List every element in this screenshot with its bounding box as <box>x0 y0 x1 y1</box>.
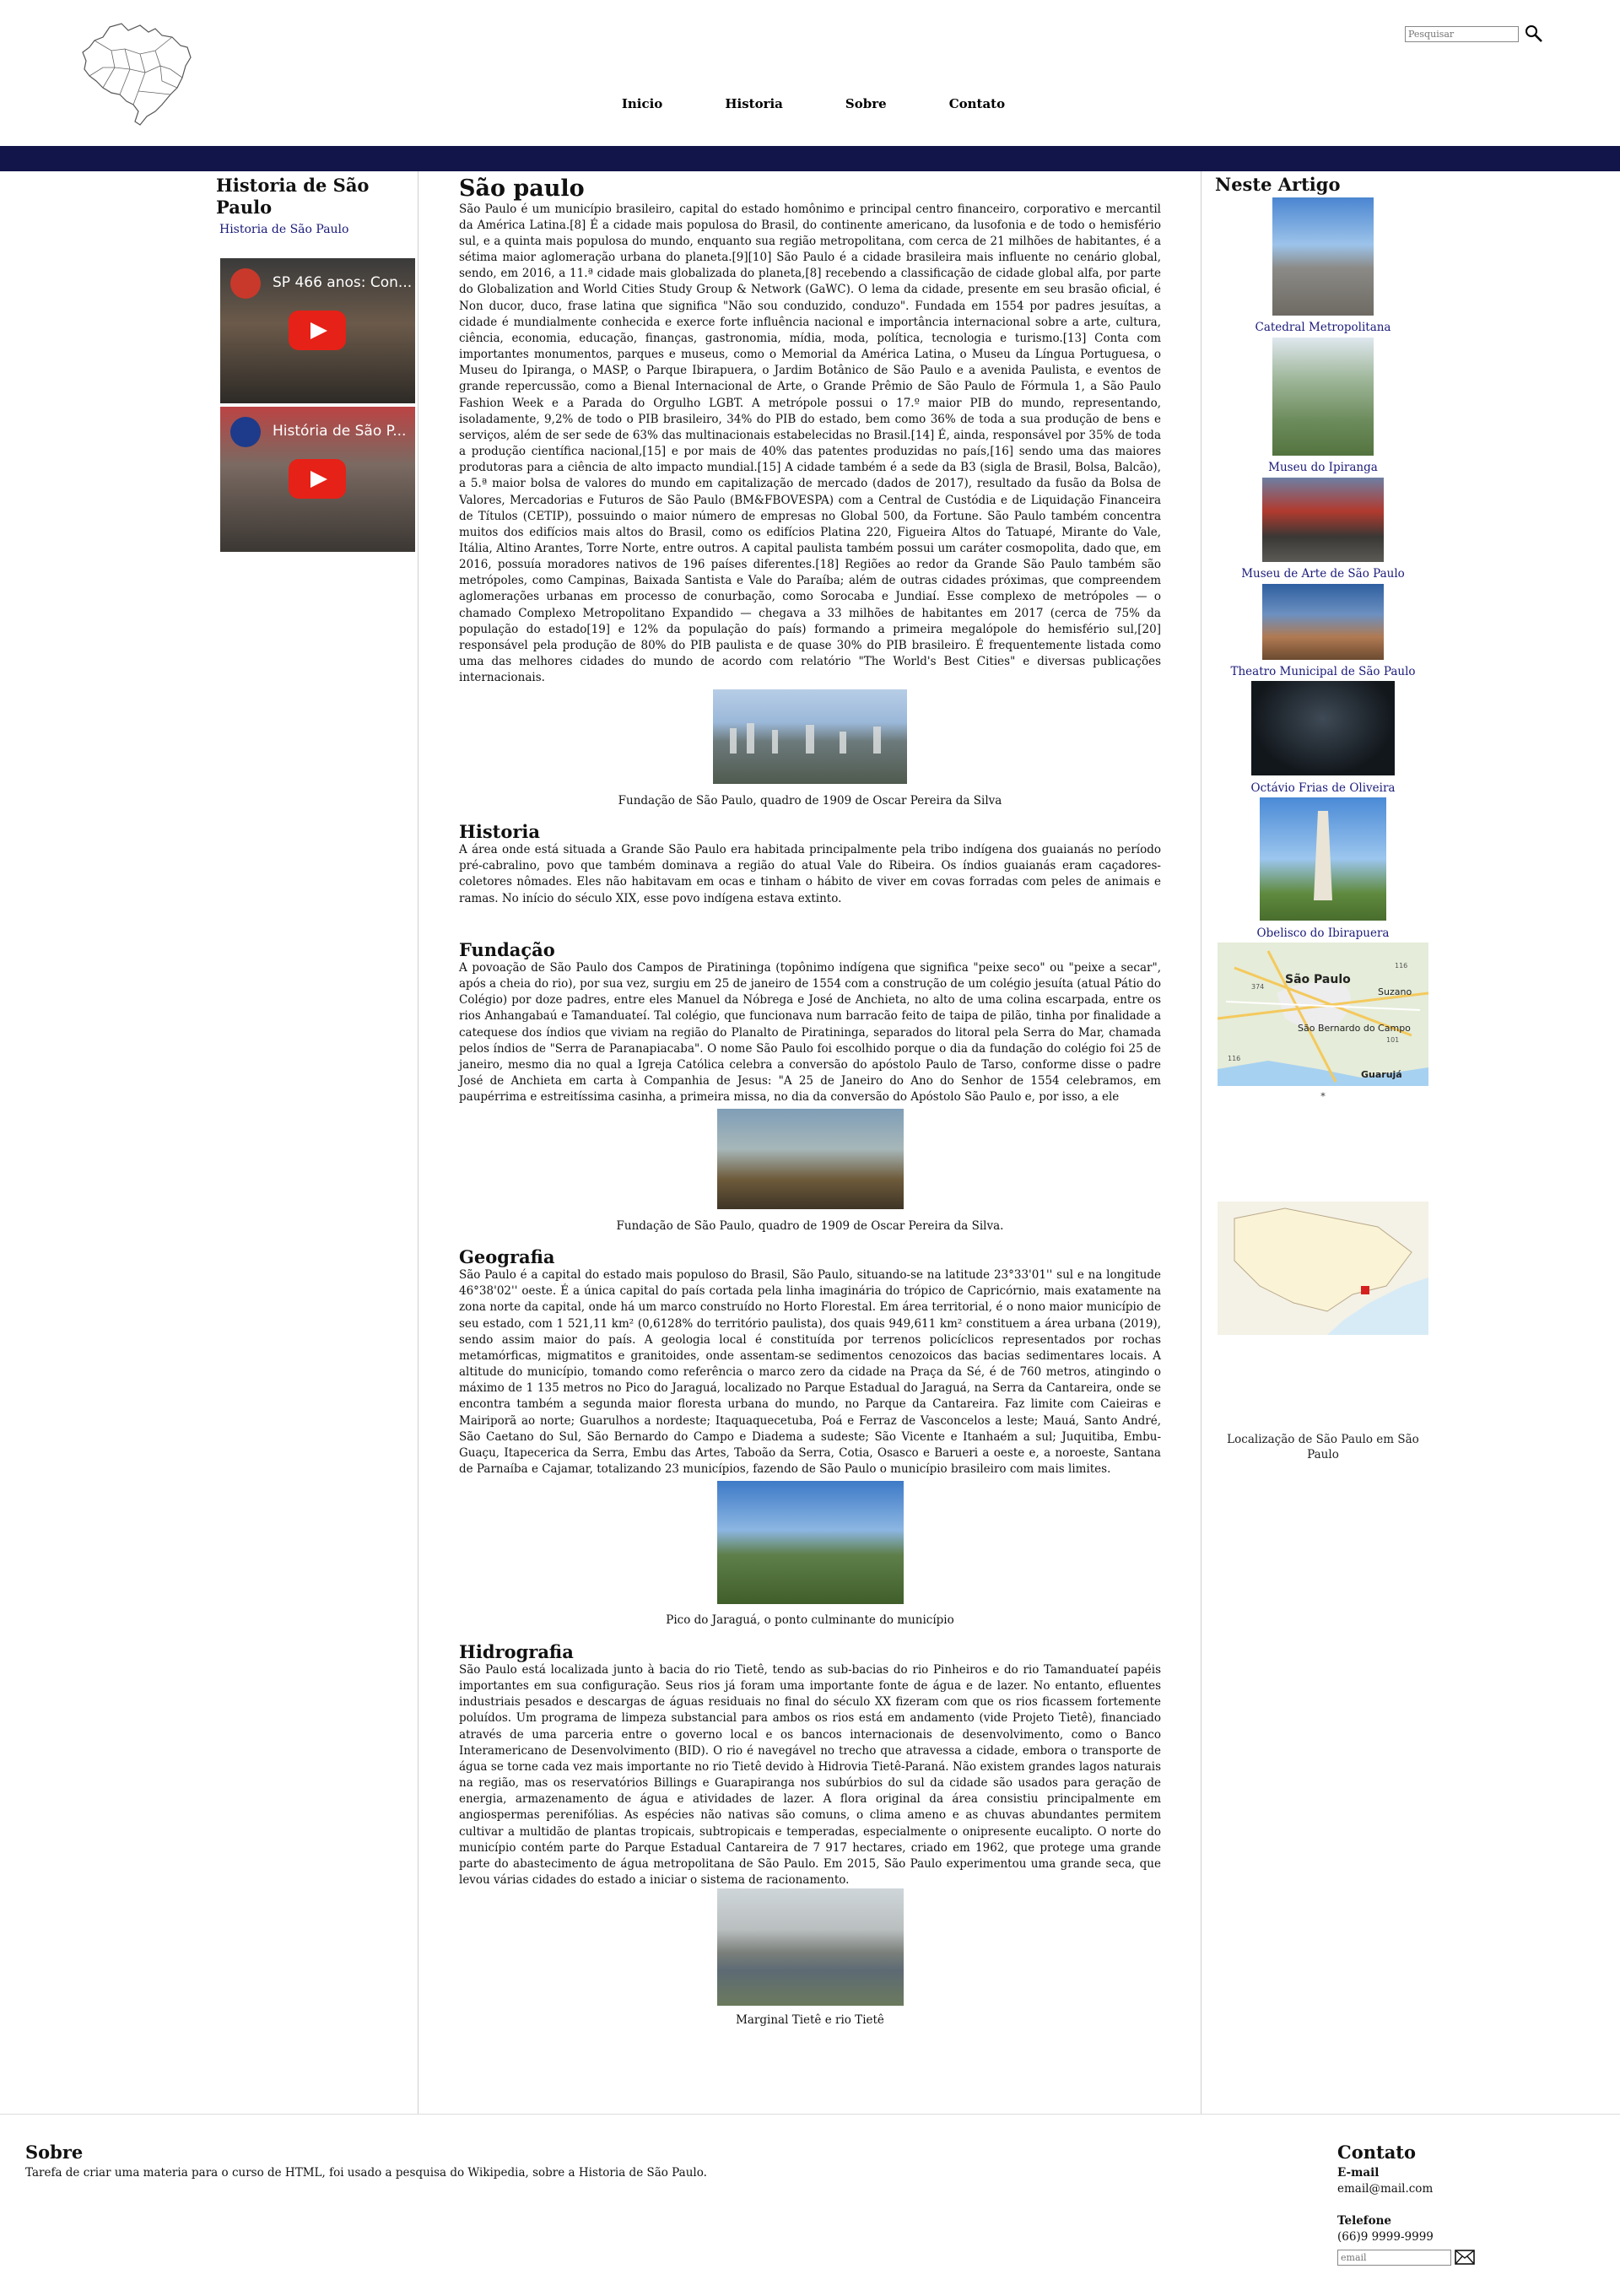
figure-caption: Pico do Jaraguá, o ponto culminante do m… <box>666 1613 954 1628</box>
search-input[interactable] <box>1405 25 1519 42</box>
map-caption: Localização de São Paulo em São Paulo <box>1227 1432 1419 1461</box>
section-title-historia: Historia <box>459 820 540 842</box>
play-icon[interactable] <box>289 458 346 499</box>
fundacao-painting-image <box>716 1109 904 1210</box>
article-link[interactable]: Museu do Ipiranga <box>1213 461 1433 476</box>
sidebar-title: Historia de São Paulo <box>216 175 370 219</box>
email-label: E-mail <box>1337 2166 1380 2180</box>
map-note: * <box>1320 1091 1326 1103</box>
phone-value: (66)9 9999-9999 <box>1337 2229 1434 2244</box>
footer-sobre-title: Sobre <box>25 2142 84 2163</box>
channel-avatar <box>230 416 261 447</box>
video-title: SP 466 anos: Con... <box>273 273 413 291</box>
hidrografia-paragraph: São Paulo está localizada junto à bacia … <box>459 1662 1161 1887</box>
historia-paragraph: A área onde está situada a Grande São Pa… <box>459 843 1161 905</box>
video-title: História de São P... <box>273 422 407 440</box>
email-value[interactable]: email@mail.com <box>1337 2181 1506 2197</box>
map-figure: São Paulo Suzano São Bernardo do Campo G… <box>1213 943 1433 1104</box>
state-location-map[interactable] <box>1218 1201 1428 1335</box>
pico-jaragua-image <box>716 1481 904 1605</box>
header-banner <box>0 146 1620 171</box>
article-link[interactable]: Theatro Municipal de São Paulo <box>1213 665 1433 680</box>
masp-image <box>1262 477 1384 562</box>
search-box <box>1405 24 1544 44</box>
museu-ipiranga-image <box>1272 337 1374 456</box>
search-icon[interactable] <box>1524 24 1544 44</box>
nav-contato[interactable]: Contato <box>918 95 1036 113</box>
article-link[interactable]: Catedral Metropolitana <box>1213 321 1433 336</box>
right-sidebar: Neste Artigo Catedral Metropolitana Muse… <box>1202 171 1620 2114</box>
article-item[interactable]: Catedral Metropolitana <box>1213 197 1433 336</box>
video-embed-1[interactable]: SP 466 anos: Con... <box>220 257 415 403</box>
nav-inicio[interactable]: Inicio <box>591 95 694 113</box>
figure-caption: Marginal Tietê e rio Tietê <box>736 2013 884 2028</box>
section-title-fundacao: Fundação <box>459 938 555 960</box>
article-item[interactable]: Museu do Ipiranga <box>1213 337 1433 476</box>
map-label: 116 <box>1395 962 1407 970</box>
section-title-geografia: Geografia <box>459 1245 555 1267</box>
site-footer: Sobre Tarefa de criar uma materia para o… <box>0 2114 1620 2296</box>
figure-fundacao: Fundação de São Paulo, quadro de 1909 de… <box>459 1109 1161 1234</box>
email-input[interactable] <box>1337 2249 1451 2266</box>
city-skyline-image <box>713 689 907 785</box>
nav-sobre[interactable]: Sobre <box>814 95 918 113</box>
obelisco-image <box>1260 797 1386 921</box>
figure-city: Fundação de São Paulo, quadro de 1909 de… <box>459 689 1161 809</box>
map-label: Guarujá <box>1361 1069 1402 1080</box>
sidebar-link-historia[interactable]: Historia de São Paulo <box>216 221 418 238</box>
main-nav: Inicio Historia Sobre Contato <box>0 95 1620 113</box>
article-link[interactable]: Obelisco do Ibirapuera <box>1213 927 1433 942</box>
figure-caption: Fundação de São Paulo, quadro de 1909 de… <box>616 1218 1004 1233</box>
page-title: São paulo <box>459 176 585 202</box>
figure-tiete: Marginal Tietê e rio Tietê <box>459 1888 1161 2029</box>
sidebar-title: Neste Artigo <box>1215 174 1341 195</box>
site-header: Inicio Historia Sobre Contato <box>0 0 1620 146</box>
article-item[interactable]: Theatro Municipal de São Paulo <box>1213 583 1433 680</box>
newsletter-form <box>1337 2249 1506 2266</box>
fundacao-paragraph: A povoação de São Paulo dos Campos de Pi… <box>459 960 1161 1105</box>
marginal-tiete-image <box>716 1888 904 2007</box>
play-icon[interactable] <box>289 310 346 350</box>
map-label: São Paulo <box>1285 973 1351 986</box>
map-label: 374 <box>1251 983 1264 991</box>
geografia-paragraph: São Paulo é a capital do estado mais pop… <box>459 1268 1161 1477</box>
catedral-image <box>1272 197 1374 316</box>
channel-avatar <box>230 267 261 299</box>
regional-map[interactable]: São Paulo Suzano São Bernardo do Campo G… <box>1218 943 1428 1087</box>
intro-paragraph: São Paulo é um município brasileiro, cap… <box>459 202 1161 685</box>
ponte-octavio-frias-image <box>1251 681 1395 776</box>
footer-contato: Contato E-mail email@mail.com Telefone (… <box>1337 2140 1506 2266</box>
video-embed-2[interactable]: História de São P... <box>220 406 415 552</box>
footer-sobre: Sobre Tarefa de criar uma materia para o… <box>25 2140 1038 2181</box>
figure-caption: Fundação de São Paulo, quadro de 1909 de… <box>618 793 1002 808</box>
map-label: São Bernardo do Campo <box>1298 1023 1411 1034</box>
figure-jaragua: Pico do Jaraguá, o ponto culminante do m… <box>459 1481 1161 1629</box>
footer-sobre-text: Tarefa de criar uma materia para o curso… <box>25 2166 707 2180</box>
send-mail-icon[interactable] <box>1455 2249 1475 2266</box>
article-link[interactable]: Octávio Frias de Oliveira <box>1213 781 1433 797</box>
main-content: São paulo São Paulo é um município brasi… <box>418 171 1202 2114</box>
theatro-municipal-image <box>1262 583 1384 660</box>
article-item[interactable]: Museu de Arte de São Paulo <box>1213 477 1433 582</box>
phone-label: Telefone <box>1337 2213 1392 2228</box>
article-item[interactable]: Obelisco do Ibirapuera <box>1213 797 1433 941</box>
left-sidebar: Historia de São Paulo Historia de São Pa… <box>216 171 418 2114</box>
footer-contato-title: Contato <box>1337 2142 1417 2163</box>
article-item[interactable]: Octávio Frias de Oliveira <box>1213 681 1433 796</box>
nav-historia[interactable]: Historia <box>694 95 814 113</box>
section-title-hidrografia: Hidrografia <box>459 1640 574 1662</box>
map-label: 101 <box>1386 1036 1399 1044</box>
map-label: Suzano <box>1378 986 1412 997</box>
article-link[interactable]: Museu de Arte de São Paulo <box>1213 567 1433 582</box>
map-figure: Localização de São Paulo em São Paulo <box>1213 1201 1433 1462</box>
map-label: 116 <box>1228 1055 1240 1062</box>
